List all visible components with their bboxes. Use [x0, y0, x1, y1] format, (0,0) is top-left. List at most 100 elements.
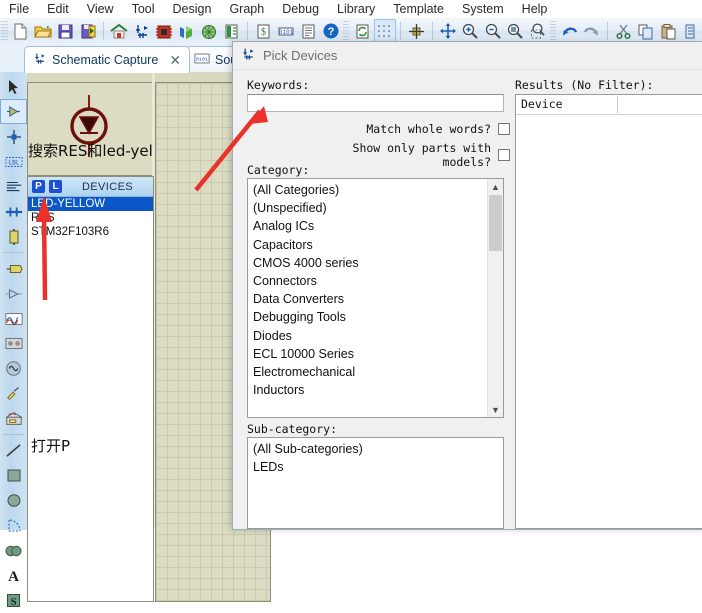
list-item[interactable]: LED-YELLOW: [28, 197, 153, 211]
generator-mode-icon[interactable]: [0, 356, 27, 381]
list-item[interactable]: RES: [28, 211, 153, 225]
text-icon[interactable]: A: [0, 563, 27, 588]
save-icon[interactable]: [54, 19, 76, 43]
report-icon[interactable]: [297, 19, 319, 43]
results-header-row[interactable]: Device: [516, 95, 702, 115]
results-listview[interactable]: Device: [515, 94, 702, 529]
menu-item-file[interactable]: File: [0, 1, 38, 17]
list-item[interactable]: (All Categories): [253, 181, 503, 199]
symbol-icon[interactable]: S: [0, 588, 27, 613]
devices-panel[interactable]: P L DEVICES LED-YELLOW RES STM32F103R6 打…: [27, 176, 154, 602]
box-icon[interactable]: [0, 463, 27, 488]
component-preview-pane[interactable]: [27, 82, 154, 176]
open-folder-icon[interactable]: [32, 19, 54, 43]
redo-icon[interactable]: [581, 19, 603, 43]
current-probe-icon[interactable]: [0, 406, 27, 431]
zoom-in-icon[interactable]: [459, 19, 481, 43]
subcategory-listbox[interactable]: (All Sub-categories) LEDs: [247, 437, 504, 529]
list-item[interactable]: (All Sub-categories): [253, 440, 503, 458]
toolbar-grip[interactable]: [342, 21, 350, 41]
device-pin-icon[interactable]: [0, 281, 27, 306]
component-mode-icon[interactable]: [0, 99, 27, 124]
category-listbox[interactable]: (All Categories) (Unspecified) Analog IC…: [247, 178, 504, 418]
bill-of-materials-icon[interactable]: $: [252, 19, 274, 43]
results-column-device[interactable]: Device: [516, 95, 563, 114]
close-icon[interactable]: ✕: [169, 52, 181, 69]
subcircuit-icon[interactable]: [0, 224, 27, 249]
circle-icon[interactable]: [0, 488, 27, 513]
terminals-mode-icon[interactable]: [0, 256, 27, 281]
3d-viewer-icon[interactable]: [176, 19, 198, 43]
pick-devices-dialog[interactable]: Pick Devices Keywords: Match whole words…: [232, 41, 702, 530]
selection-mode-icon[interactable]: [0, 74, 27, 99]
refresh-icon[interactable]: [351, 19, 373, 43]
toolbar-grip[interactable]: [549, 21, 557, 41]
list-item[interactable]: Capacitors: [253, 236, 503, 254]
zoom-out-icon[interactable]: [481, 19, 503, 43]
show-only-models-option[interactable]: Show only parts with models?: [343, 141, 510, 169]
path-icon[interactable]: [0, 538, 27, 563]
origin-icon[interactable]: [405, 19, 427, 43]
help-icon[interactable]: ?: [319, 19, 341, 43]
cut-icon[interactable]: [612, 19, 634, 43]
new-file-icon[interactable]: [10, 19, 32, 43]
text-script-icon[interactable]: [0, 174, 27, 199]
graph-mode-icon[interactable]: [0, 306, 27, 331]
copy-icon[interactable]: [635, 19, 657, 43]
gerber-viewer-icon[interactable]: [198, 19, 220, 43]
keywords-input[interactable]: [247, 94, 504, 112]
menu-item-debug[interactable]: Debug: [273, 1, 328, 17]
arc-icon[interactable]: [0, 513, 27, 538]
pan-icon[interactable]: [436, 19, 458, 43]
undo-icon[interactable]: [558, 19, 580, 43]
pick-device-button[interactable]: P: [32, 180, 45, 193]
voltage-probe-icon[interactable]: [0, 381, 27, 406]
category-list[interactable]: (All Categories) (Unspecified) Analog IC…: [248, 179, 503, 399]
zoom-area-icon[interactable]: [526, 19, 548, 43]
show-only-models-checkbox[interactable]: [498, 149, 510, 161]
list-item[interactable]: Connectors: [253, 272, 503, 290]
list-item[interactable]: STM32F103R6: [28, 225, 153, 239]
pcb-layout-icon[interactable]: [153, 19, 175, 43]
category-scrollbar[interactable]: ▲ ▼: [487, 179, 503, 417]
bom-report-icon[interactable]: [221, 19, 243, 43]
list-item[interactable]: Diodes: [253, 327, 503, 345]
tab-schematic-capture[interactable]: Schematic Capture ✕: [24, 46, 191, 73]
scroll-down-icon[interactable]: ▼: [488, 402, 503, 417]
match-whole-words-option[interactable]: Match whole words?: [343, 122, 510, 136]
paste-icon[interactable]: [657, 19, 679, 43]
list-item[interactable]: Electromechanical: [253, 363, 503, 381]
menu-item-graph[interactable]: Graph: [220, 1, 273, 17]
list-item[interactable]: (Unspecified): [253, 199, 503, 217]
list-item[interactable]: Inductors: [253, 381, 503, 399]
list-item[interactable]: ECL 10000 Series: [253, 345, 503, 363]
tape-recorder-icon[interactable]: [0, 331, 27, 356]
menu-item-view[interactable]: View: [78, 1, 123, 17]
menu-item-template[interactable]: Template: [384, 1, 453, 17]
wire-label-icon[interactable]: LBL: [0, 149, 27, 174]
toolbar-grip[interactable]: [1, 21, 8, 41]
match-whole-words-checkbox[interactable]: [498, 123, 510, 135]
devices-list[interactable]: LED-YELLOW RES STM32F103R6: [28, 197, 153, 239]
scroll-up-icon[interactable]: ▲: [488, 179, 503, 194]
list-item[interactable]: CMOS 4000 series: [253, 254, 503, 272]
menu-item-library[interactable]: Library: [328, 1, 384, 17]
menu-item-help[interactable]: Help: [513, 1, 557, 17]
menu-item-design[interactable]: Design: [164, 1, 221, 17]
toggle-grid-icon[interactable]: [373, 19, 397, 43]
library-button[interactable]: L: [49, 180, 62, 193]
zoom-all-icon[interactable]: [504, 19, 526, 43]
list-item[interactable]: LEDs: [253, 458, 503, 476]
scrollbar-thumb[interactable]: [489, 195, 502, 251]
list-item[interactable]: Debugging Tools: [253, 308, 503, 326]
menu-item-tool[interactable]: Tool: [123, 1, 164, 17]
bus-icon[interactable]: [0, 199, 27, 224]
schematic-capture-icon[interactable]: [131, 19, 153, 43]
junction-dot-icon[interactable]: [0, 124, 27, 149]
list-item[interactable]: Analog ICs: [253, 217, 503, 235]
menu-item-edit[interactable]: Edit: [38, 1, 78, 17]
column-divider[interactable]: [617, 96, 618, 113]
home-icon[interactable]: [108, 19, 130, 43]
block-copy-icon[interactable]: [679, 19, 701, 43]
save-exit-icon[interactable]: [77, 19, 99, 43]
